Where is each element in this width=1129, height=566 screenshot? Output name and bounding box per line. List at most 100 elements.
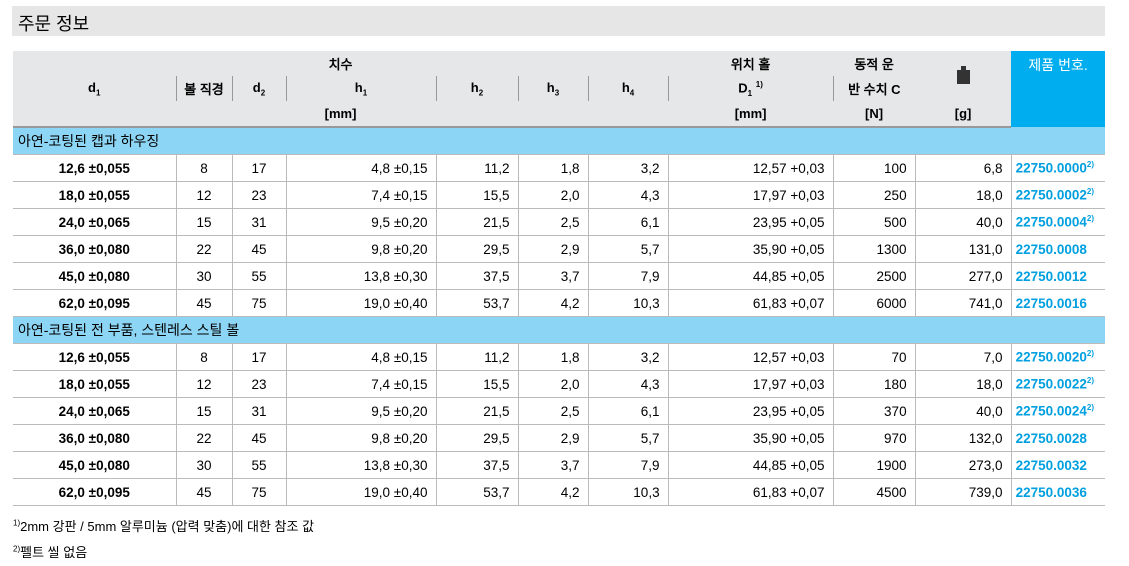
table-cell: 18,0 bbox=[915, 181, 1012, 209]
table-row: 62,0 ±0,095 45 75 19,0 ±0,40 53,7 4,2 10,3 61,8… bbox=[13, 478, 1106, 506]
table-cell: 273,0 bbox=[915, 451, 1012, 479]
table-cell: 10,3 bbox=[588, 289, 669, 317]
table-row: 45,0 ±0,080 30 55 13,8 ±0,30 37,5 3,7 7,9 44,85… bbox=[13, 451, 1106, 479]
table-cell: 500 bbox=[833, 208, 916, 236]
product-number-link[interactable]: 22750.00222) bbox=[1011, 370, 1106, 398]
product-number-link[interactable]: 22750.00202) bbox=[1011, 343, 1106, 371]
h2-header: h2 bbox=[435, 76, 518, 101]
table-cell: 61,83 +0,07 bbox=[668, 478, 834, 506]
load-header-2: 반 수치 C bbox=[832, 76, 916, 101]
table-row: 18,0 ±0,055 12 23 7,4 ±0,15 15,5 2,0 4,3 17,97 … bbox=[13, 370, 1106, 398]
table-cell: 15,5 bbox=[436, 181, 519, 209]
table-cell: 2,5 bbox=[518, 208, 589, 236]
table-cell: 250 bbox=[833, 181, 916, 209]
table-row: 12,6 ±0,055 8 17 4,8 ±0,15 11,2 1,8 3,2 12,57 +… bbox=[13, 343, 1106, 371]
table-cell: 3,2 bbox=[588, 343, 669, 371]
table-cell: 1300 bbox=[833, 235, 916, 263]
table-cell: 970 bbox=[833, 424, 916, 452]
D1-header: D1 1) bbox=[667, 76, 834, 101]
table-cell: 21,5 bbox=[436, 208, 519, 236]
footnote-ref: 2) bbox=[1086, 160, 1095, 170]
table-cell: 29,5 bbox=[436, 235, 519, 263]
order-table: 치수 위치 홀 동적 운 제품 번호. d1 볼 직경 d2 h1 h2 h3 … bbox=[13, 51, 1106, 506]
product-number-link[interactable]: 22750.0008 bbox=[1011, 235, 1106, 263]
table-cell: 6,1 bbox=[588, 208, 669, 236]
table-cell: 13,8 ±0,30 bbox=[286, 262, 437, 290]
table-cell: 12 bbox=[176, 370, 233, 398]
table-cell: 53,7 bbox=[436, 478, 519, 506]
table-cell: 44,85 +0,05 bbox=[668, 262, 834, 290]
table-cell: 4,3 bbox=[588, 370, 669, 398]
table-cell: 1,8 bbox=[518, 154, 589, 182]
product-number-link[interactable]: 22750.00022) bbox=[1011, 181, 1106, 209]
table-cell: 11,2 bbox=[436, 154, 519, 182]
table-cell: 7,4 ±0,15 bbox=[286, 181, 437, 209]
table-cell: 18,0 bbox=[915, 370, 1012, 398]
section-title: 주문 정보 bbox=[18, 14, 90, 34]
table-row: 18,0 ±0,055 12 23 7,4 ±0,15 15,5 2,0 4,3 17,97 … bbox=[13, 181, 1106, 209]
table-cell: 17 bbox=[232, 343, 287, 371]
table-cell: 6000 bbox=[833, 289, 916, 317]
table-cell: 7,9 bbox=[588, 451, 669, 479]
table-cell: 1,8 bbox=[518, 343, 589, 371]
table-cell: 10,3 bbox=[588, 478, 669, 506]
d1-header: d1 bbox=[13, 76, 176, 101]
table-cell: 100 bbox=[833, 154, 916, 182]
ball-diameter-header: 볼 직경 bbox=[175, 76, 232, 101]
table-cell: 2,9 bbox=[518, 235, 589, 263]
table-cell: 40,0 bbox=[915, 397, 1012, 425]
table-cell: 31 bbox=[232, 208, 287, 236]
table-cell: 1900 bbox=[833, 451, 916, 479]
table-cell: 19,0 ±0,40 bbox=[286, 289, 437, 317]
table-cell: 35,90 +0,05 bbox=[668, 235, 834, 263]
table-cell: 45,0 ±0,080 bbox=[13, 451, 177, 479]
table-cell: 131,0 bbox=[915, 235, 1012, 263]
table-cell: 4,8 ±0,15 bbox=[286, 154, 437, 182]
product-number-link[interactable]: 22750.0028 bbox=[1011, 424, 1106, 452]
product-number-link[interactable]: 22750.0036 bbox=[1011, 478, 1106, 506]
unit-g: [g] bbox=[915, 101, 1012, 128]
table-cell: 17,97 +0,03 bbox=[668, 370, 834, 398]
table-cell: 29,5 bbox=[436, 424, 519, 452]
table-cell: 7,9 bbox=[588, 262, 669, 290]
table-cell: 45,0 ±0,080 bbox=[13, 262, 177, 290]
unit-n: [N] bbox=[833, 101, 916, 128]
load-header-1: 동적 운 bbox=[833, 51, 916, 76]
table-cell: 75 bbox=[232, 289, 287, 317]
product-number-link[interactable]: 22750.00002) bbox=[1011, 154, 1106, 182]
table-cell: 6,1 bbox=[588, 397, 669, 425]
table-cell: 8 bbox=[176, 154, 233, 182]
table-cell: 21,5 bbox=[436, 397, 519, 425]
table-cell: 23 bbox=[232, 370, 287, 398]
table-cell: 19,0 ±0,40 bbox=[286, 478, 437, 506]
table-cell: 61,83 +0,07 bbox=[668, 289, 834, 317]
table-cell: 40,0 bbox=[915, 208, 1012, 236]
table-cell: 45 bbox=[232, 424, 287, 452]
product-number-link[interactable]: 22750.0016 bbox=[1011, 289, 1106, 317]
footnote-1: 1)2mm 강판 / 5mm 알루미늄 (압력 맞춤)에 대한 참조 값 bbox=[13, 518, 315, 534]
unit-mm-2: [mm] bbox=[668, 101, 834, 128]
footnote-ref: 2) bbox=[1086, 214, 1095, 224]
product-number-link[interactable]: 22750.00042) bbox=[1011, 208, 1106, 236]
footnote-2: 2)펠트 씰 없음 bbox=[13, 544, 88, 560]
table-cell: 55 bbox=[232, 451, 287, 479]
table-cell: 18,0 ±0,055 bbox=[13, 370, 177, 398]
section-title: 아연-코팅된 전 부품, 스텐레스 스틸 볼 bbox=[13, 316, 1106, 344]
table-cell: 180 bbox=[833, 370, 916, 398]
table-cell: 3,7 bbox=[518, 451, 589, 479]
table-cell: 23,95 +0,05 bbox=[668, 397, 834, 425]
table-row: 24,0 ±0,065 15 31 9,5 ±0,20 21,5 2,5 6,1 23,95 … bbox=[13, 397, 1106, 425]
table-cell: 15 bbox=[176, 208, 233, 236]
table-cell: 5,7 bbox=[588, 424, 669, 452]
table-cell: 30 bbox=[176, 451, 233, 479]
table-cell: 24,0 ±0,065 bbox=[13, 208, 177, 236]
h3-header: h3 bbox=[517, 76, 588, 101]
weight-icon bbox=[956, 65, 970, 84]
product-number-link[interactable]: 22750.0012 bbox=[1011, 262, 1106, 290]
table-cell: 132,0 bbox=[915, 424, 1012, 452]
product-number-link[interactable]: 22750.00242) bbox=[1011, 397, 1106, 425]
table-cell: 55 bbox=[232, 262, 287, 290]
table-cell: 370 bbox=[833, 397, 916, 425]
table-cell: 13,8 ±0,30 bbox=[286, 451, 437, 479]
product-number-link[interactable]: 22750.0032 bbox=[1011, 451, 1106, 479]
